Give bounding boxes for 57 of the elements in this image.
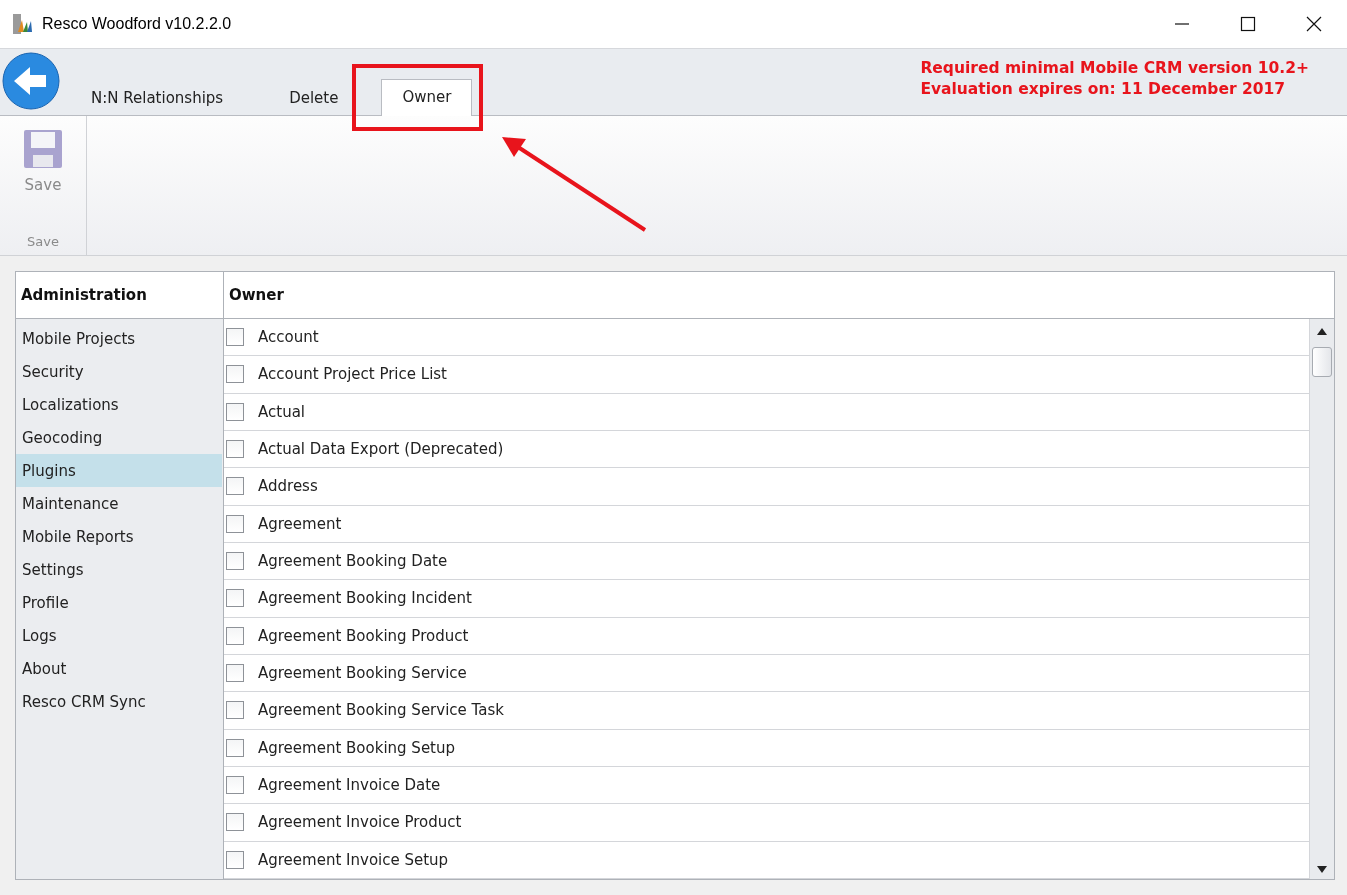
scrollbar[interactable] [1309, 319, 1334, 879]
entity-label: Actual Data Export (Deprecated) [258, 440, 504, 459]
checkbox[interactable] [226, 626, 244, 645]
tab[interactable]: Delete [266, 80, 362, 116]
checkbox[interactable] [226, 813, 244, 832]
checkbox[interactable] [226, 514, 244, 533]
sidebar-item[interactable]: Resco CRM Sync [16, 685, 222, 718]
entity-label: Agreement Invoice Setup [258, 850, 449, 869]
checkbox[interactable] [226, 328, 244, 347]
close-icon[interactable] [1306, 16, 1322, 32]
sidebar-item[interactable]: Mobile Reports [16, 520, 222, 553]
entity-label: Agreement Invoice Date [258, 776, 441, 795]
checkbox[interactable] [226, 664, 244, 683]
checkbox[interactable] [226, 589, 244, 608]
entity-label: Actual [258, 402, 305, 421]
checkbox[interactable] [226, 440, 244, 459]
checkbox[interactable] [226, 776, 244, 795]
entity-label: Agreement Booking Service [258, 664, 467, 683]
checkbox[interactable] [226, 701, 244, 720]
entity-label: Account [258, 328, 319, 347]
checkbox[interactable] [226, 552, 244, 571]
scroll-up-arrow-icon[interactable] [1317, 328, 1327, 335]
tab[interactable]: Owner [381, 79, 473, 116]
notice-text: Evaluation expires on: 11 December 2017 [920, 80, 1287, 98]
entity-label: Account Project Price List [258, 365, 447, 384]
entity-label: Agreement Booking Product [258, 626, 469, 645]
entity-label: Agreement Booking Incident [258, 589, 472, 608]
sidebar-item[interactable]: Settings [16, 553, 222, 586]
sidebar-item[interactable]: Geocoding [16, 421, 222, 454]
checkbox[interactable] [226, 477, 244, 496]
sidebar-item[interactable]: Security [16, 355, 222, 388]
sidebar-header: Administration [16, 272, 223, 319]
scroll-down-arrow-icon[interactable] [1317, 866, 1327, 873]
entity-label: Address [258, 477, 318, 496]
sidebar-item[interactable]: About [16, 652, 222, 685]
notice-text: Required minimal Mobile CRM version 10.2+ [920, 59, 1309, 77]
entity-label: Agreement Booking Date [258, 552, 448, 571]
tab[interactable]: N:N Relationships [68, 80, 247, 116]
sidebar-item[interactable]: Mobile Projects [16, 322, 222, 355]
sidebar-item[interactable]: Profile [16, 586, 222, 619]
entity-label: Agreement Booking Service Task [258, 701, 504, 720]
scrollbar-thumb[interactable] [1312, 347, 1332, 377]
sidebar-item[interactable]: Localizations [16, 388, 222, 421]
checkbox[interactable] [226, 850, 244, 869]
window-title: Resco Woodford v10.2.2.0 [42, 15, 233, 33]
entity-label: Agreement [258, 514, 342, 533]
entity-label: Agreement Invoice Product [258, 813, 462, 832]
sidebar-item[interactable]: Logs [16, 619, 222, 652]
app-icon [12, 12, 34, 36]
maximize-icon[interactable] [1240, 16, 1256, 32]
sidebar-item[interactable]: Maintenance [16, 487, 222, 520]
group-label: Save [27, 234, 59, 249]
checkbox[interactable] [226, 402, 244, 421]
checkbox[interactable] [226, 365, 244, 384]
checkbox[interactable] [226, 738, 244, 757]
sidebar-item[interactable]: Plugins [16, 454, 222, 487]
entity-label: Agreement Booking Setup [258, 738, 456, 757]
